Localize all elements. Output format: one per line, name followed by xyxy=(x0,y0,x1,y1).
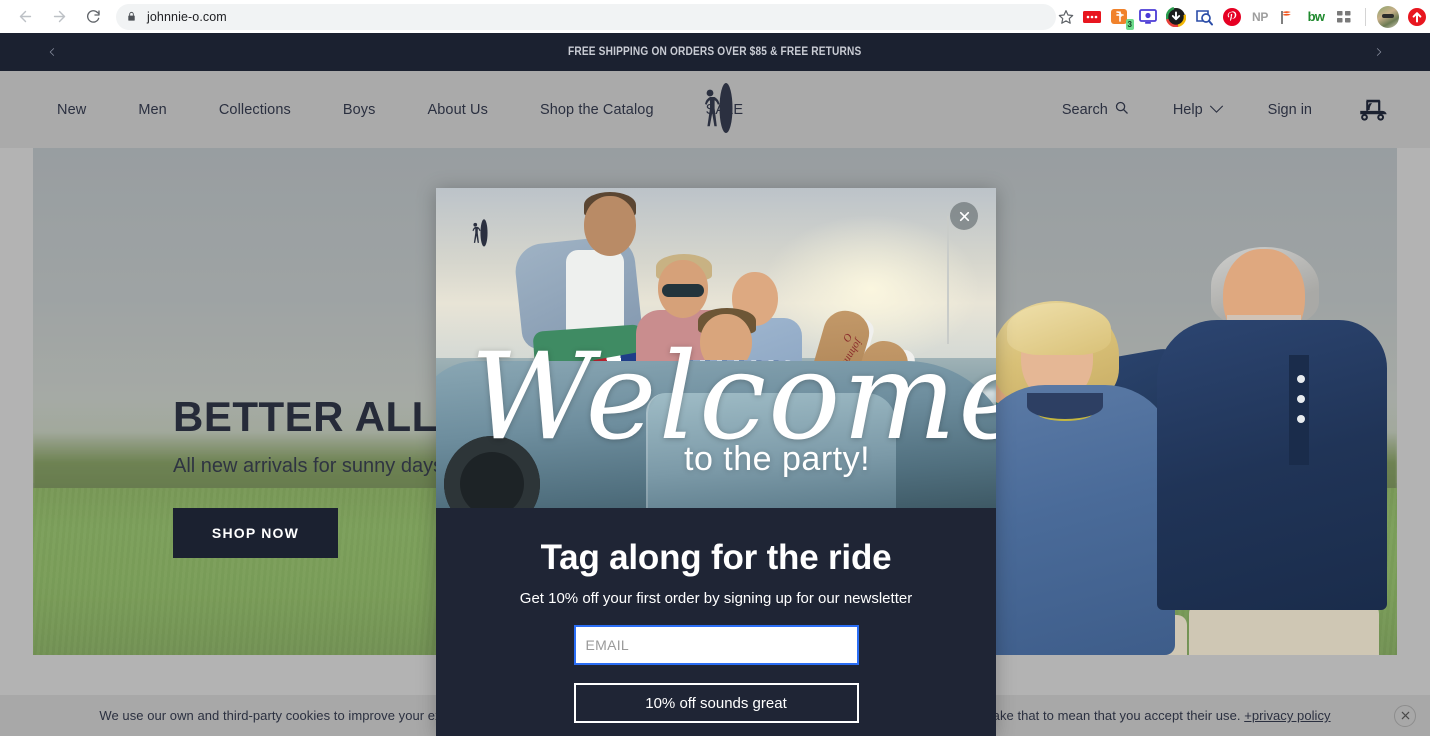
np-extension-icon[interactable]: NP xyxy=(1250,7,1270,27)
site-header: New Men Collections Boys About Us Shop t… xyxy=(0,71,1430,148)
nav-shop-the-catalog[interactable]: Shop the Catalog xyxy=(514,102,680,118)
forward-arrow-icon[interactable] xyxy=(44,3,74,31)
nav-about-us[interactable]: About Us xyxy=(402,102,514,118)
upload-icon[interactable] xyxy=(1407,7,1427,27)
help-dropdown[interactable]: Help xyxy=(1151,102,1246,118)
johnnie-o-surfer-logo-watermark xyxy=(466,210,490,258)
nav-new[interactable]: New xyxy=(45,102,112,118)
modal-form-area: Tag along for the ride Get 10% off your … xyxy=(436,508,996,736)
extensions-strip: 3 NP bw xyxy=(1082,5,1427,30)
model-polo-button xyxy=(1297,395,1305,403)
search-preview-extension-icon[interactable] xyxy=(1194,7,1214,27)
hero-models-photo xyxy=(957,148,1397,655)
modal-hero-photo: johnnie-O johnnie-O Welcome to the party… xyxy=(436,188,996,508)
chevron-down-icon xyxy=(1209,102,1224,118)
submit-button[interactable]: 10% off sounds great xyxy=(573,683,859,723)
model-man-placket xyxy=(1289,355,1309,465)
photo-man-head xyxy=(584,196,636,256)
chevron-right-icon[interactable] xyxy=(1358,33,1398,71)
hero-subtitle: All new arrivals for sunny days xyxy=(173,455,444,477)
bw-extension-icon[interactable]: bw xyxy=(1306,7,1326,27)
photo-sunglasses xyxy=(662,284,704,297)
browser-toolbar: johnnie-o.com 3 NP bw xyxy=(0,0,1430,33)
newsletter-modal: johnnie-O johnnie-O Welcome to the party… xyxy=(436,188,996,736)
help-label: Help xyxy=(1172,101,1203,118)
loom-extension-icon[interactable] xyxy=(1138,7,1158,27)
modal-subheading: Get 10% off your first order by signing … xyxy=(519,590,913,607)
extension-badge-count: 3 xyxy=(1125,18,1134,30)
shop-now-button[interactable]: SHOP NOW xyxy=(173,508,338,558)
close-icon[interactable] xyxy=(950,202,978,230)
profile-avatar[interactable] xyxy=(1377,5,1399,28)
model-woman-fringe xyxy=(1007,303,1111,355)
sign-in-label: Sign in xyxy=(1267,101,1312,118)
web-page: FREE SHIPPING ON ORDERS OVER $85 & FREE … xyxy=(0,33,1430,736)
lock-icon xyxy=(126,10,137,23)
nav-men[interactable]: Men xyxy=(112,102,193,118)
nav-boys[interactable]: Boys xyxy=(317,102,402,118)
announcement-text: FREE SHIPPING ON ORDERS OVER $85 & FREE … xyxy=(568,46,862,58)
model-man-polo xyxy=(1157,320,1387,610)
flag-extension-icon[interactable] xyxy=(1278,7,1298,27)
browser-nav-buttons xyxy=(10,3,108,31)
back-arrow-icon[interactable] xyxy=(10,3,40,31)
main-navigation: New Men Collections Boys About Us Shop t… xyxy=(0,102,769,118)
url-text: johnnie-o.com xyxy=(147,9,227,24)
modal-heading: Tag along for the ride xyxy=(540,538,892,577)
photo-car-door xyxy=(646,392,896,508)
golf-cart-icon[interactable] xyxy=(1334,96,1390,124)
privacy-policy-link[interactable]: +privacy policy xyxy=(1244,708,1330,723)
sign-in-link[interactable]: Sign in xyxy=(1246,102,1334,118)
search-label: Search xyxy=(1061,101,1108,118)
reload-icon[interactable] xyxy=(78,3,108,31)
announcement-bar: FREE SHIPPING ON ORDERS OVER $85 & FREE … xyxy=(0,33,1430,71)
grammarly-extension-icon[interactable]: 3 xyxy=(1110,7,1134,30)
hero-copy: BETTER ALL All new arrivals for sunny da… xyxy=(173,396,443,558)
photo-car-antenna xyxy=(947,216,949,344)
close-icon[interactable] xyxy=(1394,704,1416,727)
star-icon[interactable] xyxy=(1058,4,1074,30)
johnnie-o-surfer-logo[interactable] xyxy=(690,81,740,139)
search-icon xyxy=(1114,100,1129,119)
downloader-extension-icon[interactable] xyxy=(1166,6,1186,27)
nav-collections[interactable]: Collections xyxy=(193,102,317,118)
header-utilities: Search Help Sign in xyxy=(1040,96,1390,124)
model-woman-collar xyxy=(1027,393,1103,419)
model-polo-button xyxy=(1297,375,1305,383)
model-woman-sweatshirt xyxy=(975,385,1175,655)
apps-grid-extension-icon[interactable] xyxy=(1334,7,1354,27)
address-bar[interactable]: johnnie-o.com xyxy=(116,3,1056,30)
email-input[interactable] xyxy=(573,625,859,665)
toolbar-divider xyxy=(1365,7,1366,26)
pinterest-extension-icon[interactable] xyxy=(1222,7,1242,27)
search-button[interactable]: Search xyxy=(1040,100,1151,119)
honey-extension-icon[interactable] xyxy=(1082,7,1102,27)
chevron-left-icon[interactable] xyxy=(32,33,72,71)
hero-title: BETTER ALL xyxy=(173,393,438,440)
model-polo-button xyxy=(1297,415,1305,423)
